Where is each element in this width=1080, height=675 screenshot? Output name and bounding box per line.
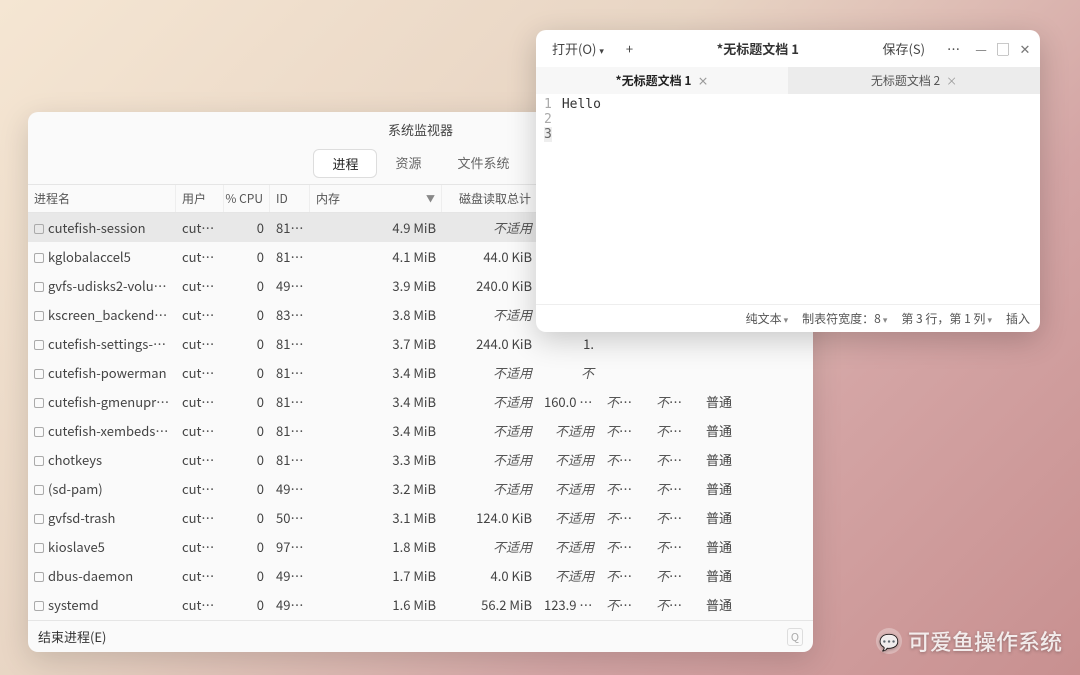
menu-button[interactable]: ⋯: [939, 36, 968, 61]
editor-body: 123 Hello: [536, 94, 1040, 304]
table-row[interactable]: cutefish-gmenuproxycutefish081423.4 MiB不…: [28, 387, 813, 416]
close-icon[interactable]: ✕: [1018, 39, 1032, 58]
tab-filesystems[interactable]: 文件系统: [440, 149, 528, 178]
chevron-down-icon: ▾: [599, 44, 604, 57]
editor-header: 打开(O) ▾ + *无标题文档 1 保存(S) ⋯ — ▢ ✕: [536, 30, 1040, 67]
text-area[interactable]: Hello: [558, 94, 1040, 304]
process-icon: [34, 485, 44, 495]
process-icon: [34, 456, 44, 466]
col-id[interactable]: ID: [270, 185, 310, 212]
tab-width[interactable]: 制表符宽度：8: [802, 310, 887, 327]
document-tab[interactable]: *无标题文档 1×: [536, 67, 788, 94]
col-memory[interactable]: 内存▼: [310, 185, 442, 212]
tab-processes[interactable]: 进程: [313, 149, 377, 178]
table-row[interactable]: systemdcutefish049081.6 MiB56.2 MiB123.9…: [28, 590, 813, 619]
new-tab-button[interactable]: +: [618, 36, 641, 61]
minimize-icon[interactable]: —: [974, 39, 988, 58]
syntax-mode[interactable]: 纯文本: [746, 310, 789, 327]
process-icon: [34, 398, 44, 408]
save-button[interactable]: 保存(S): [874, 36, 933, 61]
table-row[interactable]: cutefish-powermancutefish081443.4 MiB不适用…: [28, 358, 813, 387]
process-icon: [34, 369, 44, 379]
search-icon[interactable]: Q: [787, 628, 803, 646]
watermark: 💬 可爱鱼操作系统: [876, 625, 1062, 657]
process-icon: [34, 543, 44, 553]
tab-close-icon[interactable]: ×: [946, 73, 957, 89]
table-row[interactable]: cutefish-settings-daemocutefish081423.7 …: [28, 329, 813, 358]
document-title: *无标题文档 1: [647, 39, 868, 58]
process-icon: [34, 427, 44, 437]
table-row[interactable]: kioslave5cutefish097131.8 MiB不适用不适用不适用不适…: [28, 532, 813, 561]
col-disk-read[interactable]: 磁盘读取总计: [442, 185, 538, 212]
document-tab[interactable]: 无标题文档 2×: [788, 67, 1040, 94]
process-icon: [34, 572, 44, 582]
cursor-position[interactable]: 第 3 行，第 1 列: [901, 310, 992, 327]
process-icon: [34, 224, 44, 234]
table-row[interactable]: gvfsd-trashcutefish050793.1 MiB124.0 KiB…: [28, 503, 813, 532]
sort-icon: ▼: [426, 192, 435, 205]
col-user[interactable]: 用户: [176, 185, 224, 212]
text-editor-window: 打开(O) ▾ + *无标题文档 1 保存(S) ⋯ — ▢ ✕ *无标题文档 …: [536, 30, 1040, 332]
process-icon: [34, 253, 44, 263]
wechat-icon: 💬: [876, 628, 902, 654]
line-gutter: 123: [536, 94, 558, 304]
col-name[interactable]: 进程名: [28, 185, 176, 212]
open-button[interactable]: 打开(O) ▾: [544, 36, 612, 61]
tab-resources[interactable]: 资源: [377, 149, 439, 178]
document-tabs: *无标题文档 1×无标题文档 2×: [536, 67, 1040, 94]
table-row[interactable]: dbus-daemoncutefish049111.7 MiB4.0 KiB不适…: [28, 561, 813, 590]
end-process-button[interactable]: 结束进程(E): [38, 627, 106, 646]
window-controls: — ▢ ✕: [974, 39, 1032, 58]
process-icon: [34, 282, 44, 292]
tab-close-icon[interactable]: ×: [697, 73, 708, 89]
maximize-icon[interactable]: ▢: [996, 39, 1010, 58]
table-row[interactable]: (sd-pam)cutefish049083.2 MiB不适用不适用不适用不适用…: [28, 474, 813, 503]
process-icon: [34, 514, 44, 524]
insert-mode[interactable]: 插入: [1006, 310, 1030, 327]
process-icon: [34, 601, 44, 611]
process-icon: [34, 340, 44, 350]
col-cpu[interactable]: % CPU: [224, 185, 270, 212]
table-row[interactable]: chotkeyscutefish081423.3 MiB不适用不适用不适用不适用…: [28, 445, 813, 474]
footer-bar: 结束进程(E) Q: [28, 620, 813, 652]
status-bar: 纯文本 制表符宽度：8 第 3 行，第 1 列 插入: [536, 304, 1040, 332]
process-icon: [34, 311, 44, 321]
table-row[interactable]: cutefish-xembedsniproxcutefish081423.4 M…: [28, 416, 813, 445]
